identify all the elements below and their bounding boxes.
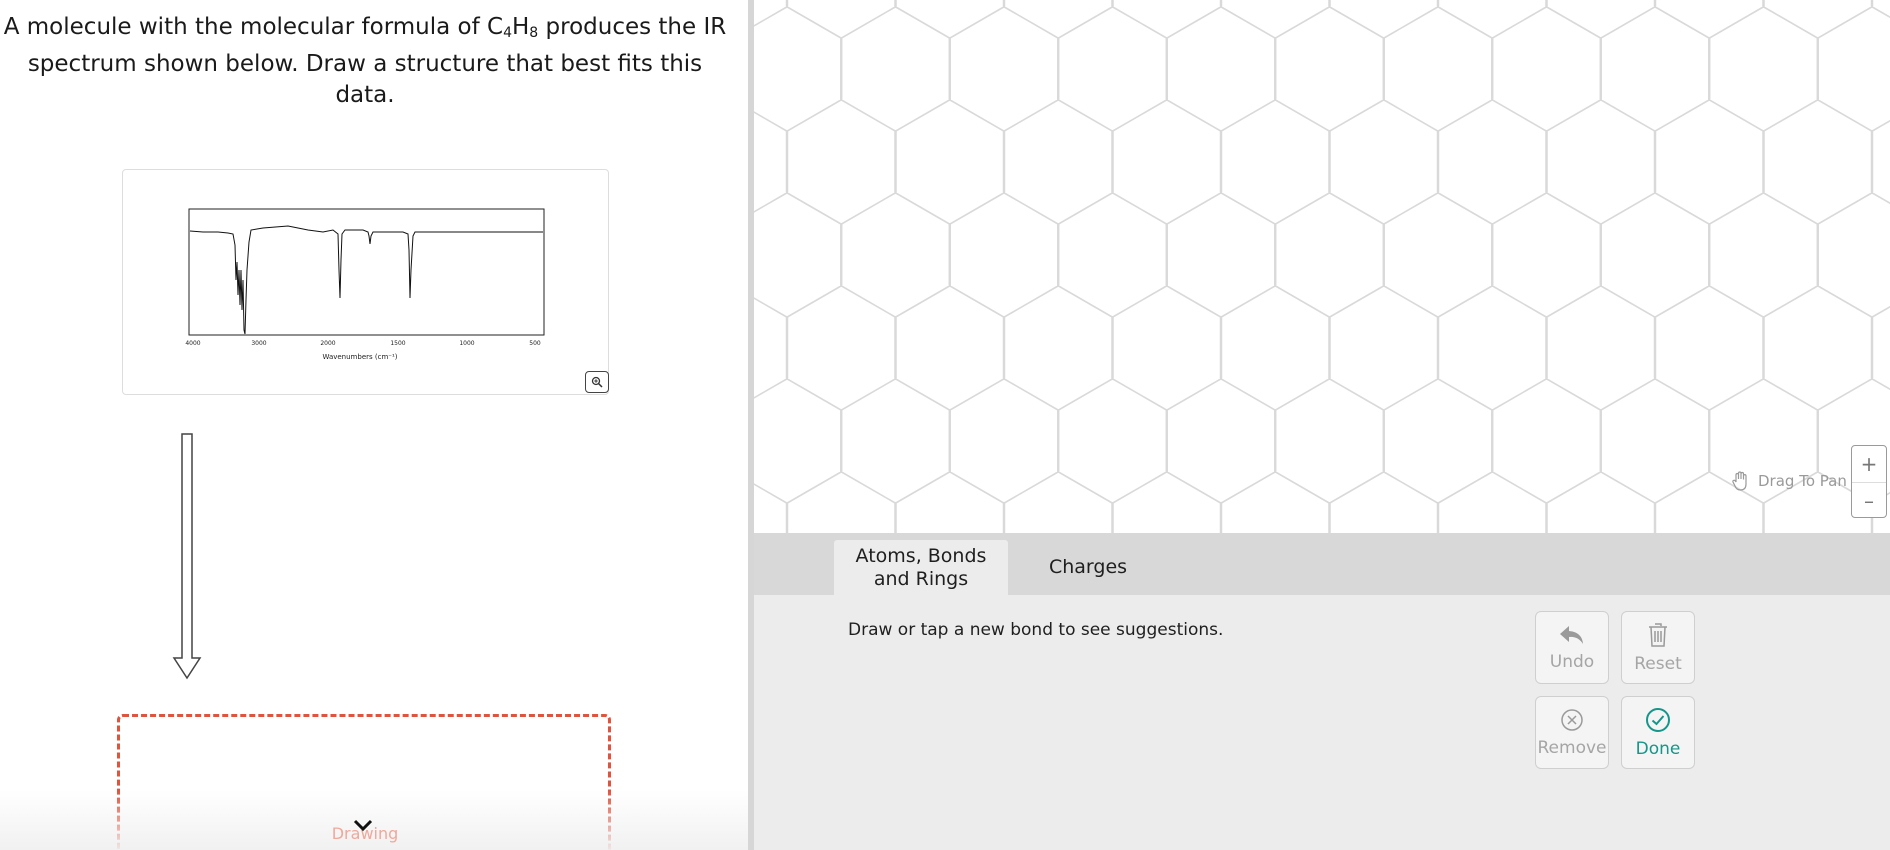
tool-tabs: Atoms, Bonds and Rings Charges xyxy=(754,533,1890,595)
hex-grid-lines xyxy=(754,0,1890,533)
drag-to-pan-label: Drag To Pan xyxy=(1758,472,1847,490)
trash-icon xyxy=(1649,622,1667,647)
magnifier-icon xyxy=(591,376,603,388)
hand-icon xyxy=(1732,471,1747,491)
close-circle-icon xyxy=(1561,708,1583,731)
check-circle-icon xyxy=(1646,707,1670,732)
tab-atoms-bonds-rings[interactable]: Atoms, Bonds and Rings xyxy=(834,540,1008,595)
undo-icon xyxy=(1560,625,1583,644)
x-tick-label: 500 xyxy=(529,340,541,347)
tab-charges[interactable]: Charges xyxy=(1024,540,1152,595)
zoom-controls: + – xyxy=(1851,445,1887,518)
down-arrow-icon xyxy=(172,433,202,680)
chevron-down-icon[interactable] xyxy=(352,818,374,832)
question-panel: A molecule with the molecular formula of… xyxy=(0,0,748,850)
x-axis-label: Wavenumbers (cm⁻¹) xyxy=(322,353,397,361)
question-text: A molecule with the molecular formula of… xyxy=(3,14,727,108)
ir-spectrum-figure: 4000 3000 2000 1500 1000 500 Wavenumbers… xyxy=(122,169,609,395)
x-tick-label: 3000 xyxy=(251,340,266,347)
drawing-canvas[interactable]: Drag To Pan + – xyxy=(754,0,1890,533)
zoom-in-button[interactable]: + xyxy=(1852,446,1886,482)
x-tick-label: 4000 xyxy=(185,340,200,347)
structure-editor: Drag To Pan + – Atoms, Bonds and Rings Ch… xyxy=(754,0,1890,850)
zoom-out-button[interactable]: – xyxy=(1852,482,1886,519)
drag-to-pan-hint: Drag To Pan xyxy=(1730,470,1847,492)
undo-button[interactable]: Undo xyxy=(1535,611,1609,684)
suggestion-hint: Draw or tap a new bond to see suggestion… xyxy=(848,620,1224,640)
ir-spectrum-chart: 4000 3000 2000 1500 1000 500 Wavenumbers… xyxy=(185,208,545,361)
hex-grid xyxy=(754,0,1890,533)
remove-button[interactable]: Remove xyxy=(1535,696,1609,769)
x-tick-label: 1500 xyxy=(390,340,405,347)
reset-button[interactable]: Reset xyxy=(1621,611,1695,684)
done-button[interactable]: Done xyxy=(1621,696,1695,769)
x-tick-label: 2000 xyxy=(320,340,335,347)
x-tick-label: 1000 xyxy=(459,340,474,347)
zoom-spectrum-button[interactable] xyxy=(585,371,609,393)
